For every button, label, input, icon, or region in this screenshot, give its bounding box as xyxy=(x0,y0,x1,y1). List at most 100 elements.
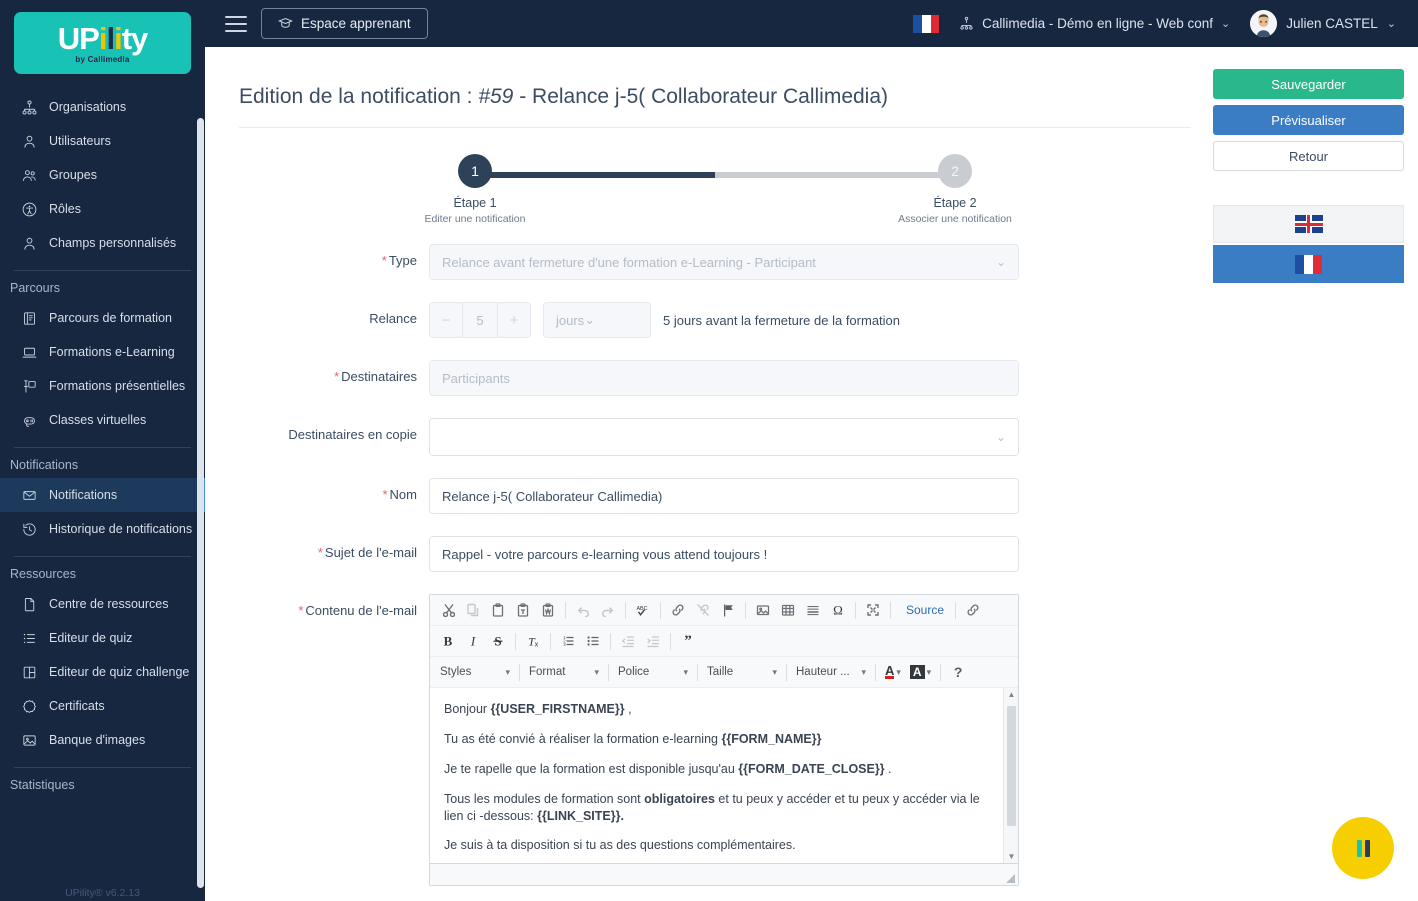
editor-text: Tous les modules de formation sont xyxy=(444,791,645,806)
undo-icon[interactable] xyxy=(571,599,595,621)
sidebar-item-organisations[interactable]: Organisations xyxy=(0,90,205,124)
image-icon[interactable] xyxy=(751,599,775,621)
destinataires-input[interactable]: Participants xyxy=(429,360,1019,397)
top-header: Espace apprenant Callimedia - Démo en li… xyxy=(205,0,1418,47)
redo-icon[interactable] xyxy=(596,599,620,621)
editor-scrollbar[interactable]: ▲ ▼ xyxy=(1003,688,1018,864)
sidebar-item-utilisateurs[interactable]: Utilisateurs xyxy=(0,124,205,158)
stepper-step-2-subtitle: Associer une notification xyxy=(898,213,1012,226)
anchor-icon[interactable] xyxy=(716,599,740,621)
help-widget-button[interactable] xyxy=(1332,817,1394,879)
relance-decrement-button[interactable]: − xyxy=(430,303,462,338)
indent-icon[interactable] xyxy=(641,630,665,652)
sidebar-item-banque-d-images[interactable]: Banque d'images xyxy=(0,723,205,757)
scrollbar-thumb[interactable] xyxy=(1007,706,1016,827)
editor-content[interactable]: Bonjour {{USER_FIRSTNAME}} , Tu as été co… xyxy=(430,688,1018,863)
source-button[interactable]: Source xyxy=(896,599,950,621)
sidebar-item-formations-e-learning[interactable]: Formations e-Learning xyxy=(0,335,205,369)
styles-combo[interactable]: Styles ▾ xyxy=(436,661,514,683)
font-combo[interactable]: Police ▾ xyxy=(614,661,692,683)
sidebar-item-historique-de-notifications[interactable]: Historique de notifications xyxy=(0,512,205,546)
copy-icon[interactable] xyxy=(461,599,485,621)
hamburger-icon[interactable] xyxy=(225,15,247,32)
preview-button[interactable]: Prévisualiser xyxy=(1213,105,1404,135)
relance-value[interactable]: 5 xyxy=(462,303,498,338)
remove-format-icon[interactable]: Tx xyxy=(521,630,545,652)
stepper-step-2[interactable]: 2 xyxy=(938,154,972,189)
stepper-step-1-title: Étape 1 xyxy=(453,196,497,211)
sidebar-item-r-les[interactable]: Rôles xyxy=(0,192,205,226)
learner-space-button[interactable]: Espace apprenant xyxy=(261,8,428,39)
relance-increment-button[interactable]: + xyxy=(498,303,530,338)
lang-en-button[interactable] xyxy=(1213,205,1404,243)
link-icon[interactable] xyxy=(666,599,690,621)
sidebar-item-centre-de-ressources[interactable]: Centre de ressources xyxy=(0,587,205,621)
size-combo[interactable]: Taille ▾ xyxy=(703,661,781,683)
field-row-nom: * Nom Relance j-5( Collaborateur Callimed… xyxy=(239,478,1191,515)
resize-grip-icon[interactable] xyxy=(1006,874,1015,884)
sidebar-item-parcours-de-formation[interactable]: Parcours de formation xyxy=(0,301,205,335)
organisation-selector[interactable]: Callimedia - Démo en ligne - Web conf ⌄ xyxy=(959,16,1230,31)
toolbar-separator xyxy=(660,601,661,619)
app-version: UPility® v6.2.13 xyxy=(65,887,140,899)
bulleted-list-icon[interactable] xyxy=(581,630,605,652)
horizontal-rule-icon[interactable] xyxy=(801,599,825,621)
sidebar-scrollbar[interactable] xyxy=(197,118,204,888)
text-color-button[interactable]: A ▾ xyxy=(881,661,905,683)
help-icon[interactable]: ? xyxy=(946,661,970,683)
scroll-up-icon[interactable]: ▲ xyxy=(1007,690,1016,699)
sidebar-item-groupes[interactable]: Groupes xyxy=(0,158,205,192)
link-icon[interactable] xyxy=(961,599,985,621)
grid-icon xyxy=(20,663,38,681)
strikethrough-icon[interactable]: S xyxy=(486,630,510,652)
type-select[interactable]: Relance avant fermeture d'une formation … xyxy=(429,244,1019,281)
action-panel: Sauvegarder Prévisualiser Retour xyxy=(1213,47,1418,901)
relance-quantity-stepper[interactable]: − 5 + xyxy=(429,302,531,339)
save-button[interactable]: Sauvegarder xyxy=(1213,69,1404,99)
editor-body[interactable]: Bonjour {{USER_FIRSTNAME}} , Tu as été co… xyxy=(430,688,1018,864)
sidebar-item-label: Certificats xyxy=(49,699,105,713)
relance-unit-select[interactable]: jours ⌄ xyxy=(543,302,651,339)
sujet-input[interactable]: Rappel - votre parcours e-learning vous … xyxy=(429,536,1019,573)
paste-word-icon[interactable] xyxy=(536,599,560,621)
paste-icon[interactable] xyxy=(486,599,510,621)
scroll-down-icon[interactable]: ▼ xyxy=(1007,852,1016,861)
lang-fr-button[interactable] xyxy=(1213,245,1404,283)
laptop-icon xyxy=(20,343,38,361)
sidebar-item-notifications[interactable]: Notifications xyxy=(0,478,205,512)
relance-unit-value: jours xyxy=(556,312,585,328)
bold-icon[interactable]: B xyxy=(436,630,460,652)
lineheight-combo[interactable]: Hauteur ... ▾ xyxy=(792,661,870,683)
blockquote-icon[interactable]: ” xyxy=(676,630,700,652)
sidebar-item-editeur-de-quiz[interactable]: Editeur de quiz xyxy=(0,621,205,655)
user-menu[interactable]: Julien CASTEL ⌄ xyxy=(1250,10,1396,37)
sidebar-item-champs-personnalis-s[interactable]: Champs personnalisés xyxy=(0,226,205,260)
maximize-icon[interactable] xyxy=(861,599,885,621)
cut-icon[interactable] xyxy=(436,599,460,621)
sidebar-item-label: Historique de notifications xyxy=(49,522,193,536)
italic-icon[interactable]: I xyxy=(461,630,485,652)
table-icon[interactable] xyxy=(776,599,800,621)
numbered-list-icon[interactable]: 123 xyxy=(556,630,580,652)
format-combo[interactable]: Format ▾ xyxy=(525,661,603,683)
paste-text-icon[interactable] xyxy=(511,599,535,621)
spellcheck-icon[interactable]: ABC xyxy=(631,599,655,621)
sidebar-item-label: Centre de ressources xyxy=(49,597,169,611)
background-color-button[interactable]: A ▾ xyxy=(906,661,935,683)
special-char-icon[interactable]: Ω xyxy=(826,599,850,621)
sidebar-section-statistiques: Statistiques xyxy=(10,778,75,792)
sidebar-item-formations-pr-sentielles[interactable]: Formations présentielles xyxy=(0,369,205,403)
sidebar-item-certificats[interactable]: Certificats xyxy=(0,689,205,723)
nom-input[interactable]: Relance j-5( Collaborateur Callimedia) xyxy=(429,478,1019,515)
sidebar-item-editeur-de-quiz-challenge[interactable]: Editeur de quiz challenge xyxy=(0,655,205,689)
upility-logo[interactable]: UPility by Callimedia xyxy=(14,12,191,74)
svg-text:ABC: ABC xyxy=(636,606,647,612)
stepper-step-1[interactable]: 1 xyxy=(458,154,492,189)
flag-france-icon[interactable] xyxy=(913,14,940,33)
back-button[interactable]: Retour xyxy=(1213,141,1404,171)
unlink-icon[interactable] xyxy=(691,599,715,621)
outdent-icon[interactable] xyxy=(616,630,640,652)
sidebar-item-classes-virtuelles[interactable]: Classes virtuelles xyxy=(0,403,205,437)
sidebar-item-label: Rôles xyxy=(49,202,81,216)
destinataires-copie-select[interactable]: ⌄ xyxy=(429,418,1019,457)
